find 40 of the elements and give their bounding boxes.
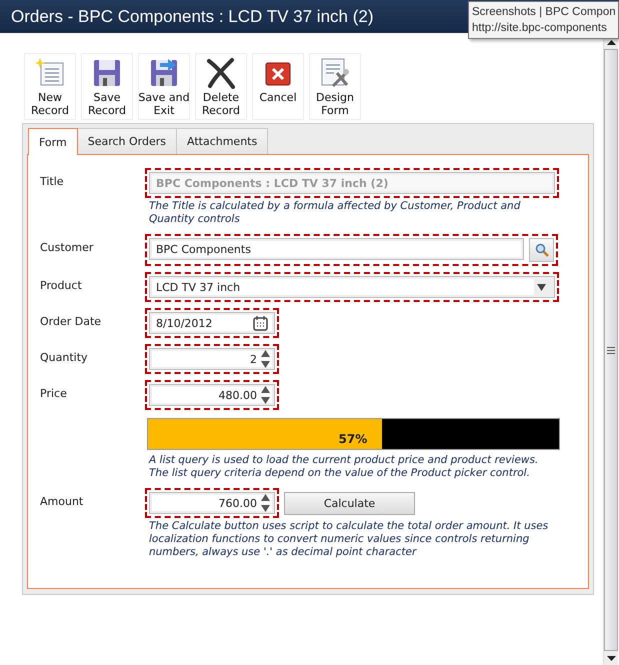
help-text: The Calculate button uses script to calculate the total order amount. It uses localization functions to convert numeric values since controls returning numbers, always use '.' as decimal point character: [149, 520, 549, 559]
help-text: The Title is calculated by a formula affected by Customer, Product and Quantity controls: [149, 200, 522, 226]
toolbar-button[interactable]: New Record: [24, 53, 76, 120]
search-icon: [534, 243, 548, 257]
tooltip-text: http://site.bpc-components: [472, 21, 608, 36]
number-field[interactable]: 480.00: [149, 384, 275, 406]
toolbar-button[interactable]: Delete Record: [195, 53, 247, 120]
field-label: Order Date: [40, 314, 102, 330]
tab[interactable]: Search Orders: [76, 128, 177, 154]
field-label: Customer: [40, 240, 94, 256]
caret-icon: [537, 284, 546, 290]
progress-reading: 57%: [338, 432, 368, 446]
toolbar-button[interactable]: Save and Exit: [138, 53, 190, 120]
toolbar-button[interactable]: Design Form: [309, 53, 361, 120]
grip-icon: [607, 346, 615, 354]
spin-arrows-icon[interactable]: [261, 350, 270, 368]
tab[interactable]: Form: [28, 128, 78, 155]
field-label: Quantity: [40, 350, 89, 366]
field-label: Title: [40, 174, 65, 190]
input-field[interactable]: BPC Components: [149, 238, 524, 260]
form-tools-icon: [319, 57, 351, 89]
field-label: Price: [40, 386, 68, 402]
calculate-button[interactable]: Calculate: [284, 492, 415, 514]
help-text: A list query is used to load the current product price and product reviews. The list query criteria depend on the value of the Product picker control.: [149, 454, 540, 480]
calendar-icon[interactable]: [253, 316, 268, 330]
toolbar-button[interactable]: Cancel: [252, 53, 304, 120]
toolbar-button[interactable]: Save Record: [81, 53, 133, 120]
tooltip-text: Screenshots | BPC Compon: [472, 5, 615, 20]
tab[interactable]: Attachments: [176, 128, 268, 154]
field-label: Product: [40, 278, 83, 294]
number-field[interactable]: 760.00: [149, 492, 275, 514]
window-title: Orders - BPC Components : LCD TV 37 inch (2): [11, 6, 374, 26]
cross-icon: [205, 57, 237, 89]
spin-arrows-icon[interactable]: [261, 386, 270, 404]
search-button[interactable]: [529, 238, 554, 262]
spin-arrows-icon[interactable]: [261, 494, 270, 512]
field-label: Amount: [40, 494, 84, 510]
dropdown[interactable]: LCD TV 37 inch: [149, 276, 555, 298]
date-field[interactable]: 8/10/2012: [149, 312, 275, 334]
number-field[interactable]: 2: [149, 348, 275, 370]
